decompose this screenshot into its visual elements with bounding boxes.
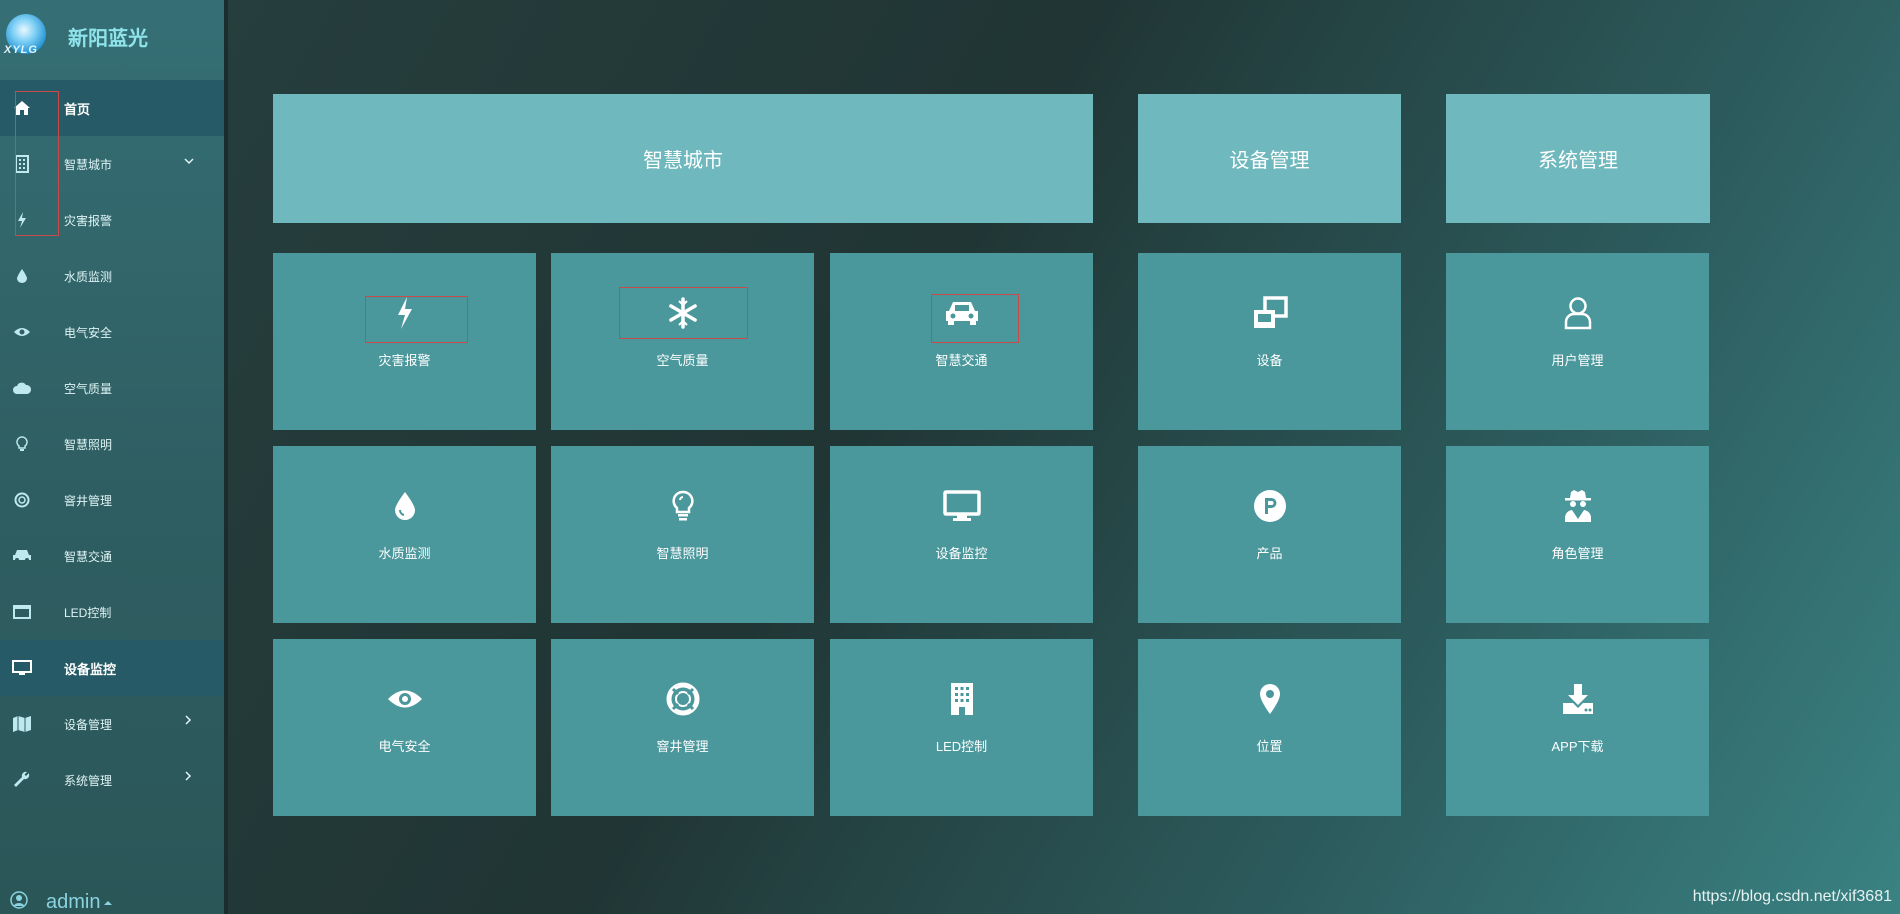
map-marker-icon [1138, 681, 1401, 717]
avatar [10, 890, 28, 914]
eye-icon [273, 681, 536, 717]
cloud-icon [12, 378, 32, 398]
tile-header-smart-city[interactable]: 智慧城市 [273, 94, 1093, 223]
sidebar-item-system-management[interactable]: 系统管理 [0, 752, 224, 808]
tile-location[interactable]: 位置 [1138, 639, 1401, 816]
tile-smart-lighting[interactable]: 智慧照明 [551, 446, 814, 623]
brand-name: 新阳蓝光 [68, 28, 148, 50]
tile-water-quality[interactable]: 水质监测 [273, 446, 536, 623]
wrench-icon [12, 770, 32, 790]
tile-label: 智慧照明 [656, 546, 709, 561]
annotation-box [619, 287, 748, 339]
tile-header-device-management[interactable]: 设备管理 [1138, 94, 1401, 223]
brand: XYLG 新阳蓝光 [0, 0, 224, 76]
building-icon [830, 681, 1093, 717]
tile-label: 窨井管理 [656, 739, 709, 754]
sidebar-item-led-control[interactable]: LED控制 [0, 584, 224, 640]
tile-header-system-management[interactable]: 系统管理 [1446, 94, 1710, 223]
tile-label: 设备 [1256, 353, 1283, 368]
user-menu[interactable]: admin [10, 890, 113, 914]
tile-label: 电气安全 [378, 739, 431, 754]
tile-label: 灾害报警 [378, 353, 431, 368]
download-icon [1446, 681, 1709, 717]
sidebar-item-smart-lighting[interactable]: 智慧照明 [0, 416, 224, 472]
tile-label: 空气质量 [656, 353, 709, 368]
sidebar-item-label: 首页 [64, 101, 91, 117]
sidebar-item-electrical-safety[interactable]: 电气安全 [0, 304, 224, 360]
bulb-icon [551, 488, 814, 524]
tile-label: 产品 [1256, 546, 1283, 561]
sidebar-item-label: 系统管理 [64, 773, 113, 788]
tile-devices[interactable]: 设备 [1138, 253, 1401, 430]
bulb-icon [12, 434, 32, 454]
sidebar-item-label: LED控制 [64, 605, 112, 620]
lifebuoy-icon [551, 681, 814, 717]
device-icon [1138, 295, 1401, 331]
map-icon [12, 714, 32, 734]
tile-label: 水质监测 [378, 546, 431, 561]
tile-label: APP下载 [1551, 739, 1604, 754]
sidebar: XYLG 新阳蓝光 首页 智慧城市 灾害报警 水质监测 电气安全 空气质量 智慧… [0, 0, 228, 914]
tile-air-quality[interactable]: 空气质量 [551, 253, 814, 430]
tile-manhole-management[interactable]: 窨井管理 [551, 639, 814, 816]
sidebar-item-manhole[interactable]: 窨井管理 [0, 472, 224, 528]
led-panel-icon [12, 602, 32, 622]
spy-icon [1446, 488, 1709, 524]
sidebar-item-label: 空气质量 [64, 381, 113, 396]
monitor-icon [12, 658, 32, 678]
sidebar-item-label: 电气安全 [64, 325, 113, 340]
chevron-right-icon[interactable] [184, 714, 192, 728]
tile-device-monitor[interactable]: 设备监控 [830, 446, 1093, 623]
drop-icon [12, 266, 32, 286]
watermark: https://blog.csdn.net/xif3681 [1692, 888, 1892, 905]
sidebar-item-smart-traffic[interactable]: 智慧交通 [0, 528, 224, 584]
annotation-box [365, 296, 468, 343]
tile-user-management[interactable]: 用户管理 [1446, 253, 1709, 430]
sidebar-item-label: 智慧照明 [64, 437, 113, 452]
sidebar-item-air-quality[interactable]: 空气质量 [0, 360, 224, 416]
sidebar-item-label: 窨井管理 [64, 493, 113, 508]
chevron-right-icon[interactable] [184, 770, 192, 784]
annotation-box [931, 294, 1019, 343]
sidebar-item-label: 灾害报警 [64, 213, 113, 228]
tile-label: 设备监控 [935, 546, 988, 561]
chevron-down-icon[interactable] [184, 154, 194, 168]
eye-icon [12, 322, 32, 342]
annotation-box [15, 91, 59, 236]
tile-label: 智慧交通 [935, 353, 988, 368]
sidebar-item-water-quality[interactable]: 水质监测 [0, 248, 224, 304]
car-icon [12, 546, 32, 566]
tile-electrical-safety[interactable]: 电气安全 [273, 639, 536, 816]
sidebar-item-device-management[interactable]: 设备管理 [0, 696, 224, 752]
product-p-icon [1138, 488, 1401, 524]
lifebuoy-icon [12, 490, 32, 510]
tile-led-control[interactable]: LED控制 [830, 639, 1093, 816]
username: admin [46, 890, 101, 913]
tile-label: 位置 [1256, 739, 1283, 754]
tile-label: 用户管理 [1551, 353, 1604, 368]
sidebar-item-label: 设备监控 [64, 661, 117, 677]
tile-label: LED控制 [935, 739, 988, 754]
tile-role-management[interactable]: 角色管理 [1446, 446, 1709, 623]
logo-mark: XYLG [4, 44, 38, 56]
sidebar-item-label: 水质监测 [64, 269, 113, 284]
monitor-icon [830, 488, 1093, 524]
user-icon [1446, 295, 1709, 331]
caret-up-icon [104, 893, 113, 911]
sidebar-item-label: 智慧交通 [64, 549, 113, 564]
sidebar-item-label: 设备管理 [64, 717, 113, 732]
tile-label: 角色管理 [1551, 546, 1604, 561]
drop-icon [273, 488, 536, 524]
tile-app-download[interactable]: APP下载 [1446, 639, 1709, 816]
sidebar-item-device-monitor[interactable]: 设备监控 [0, 640, 224, 696]
tile-product[interactable]: 产品 [1138, 446, 1401, 623]
sidebar-item-label: 智慧城市 [64, 157, 113, 172]
